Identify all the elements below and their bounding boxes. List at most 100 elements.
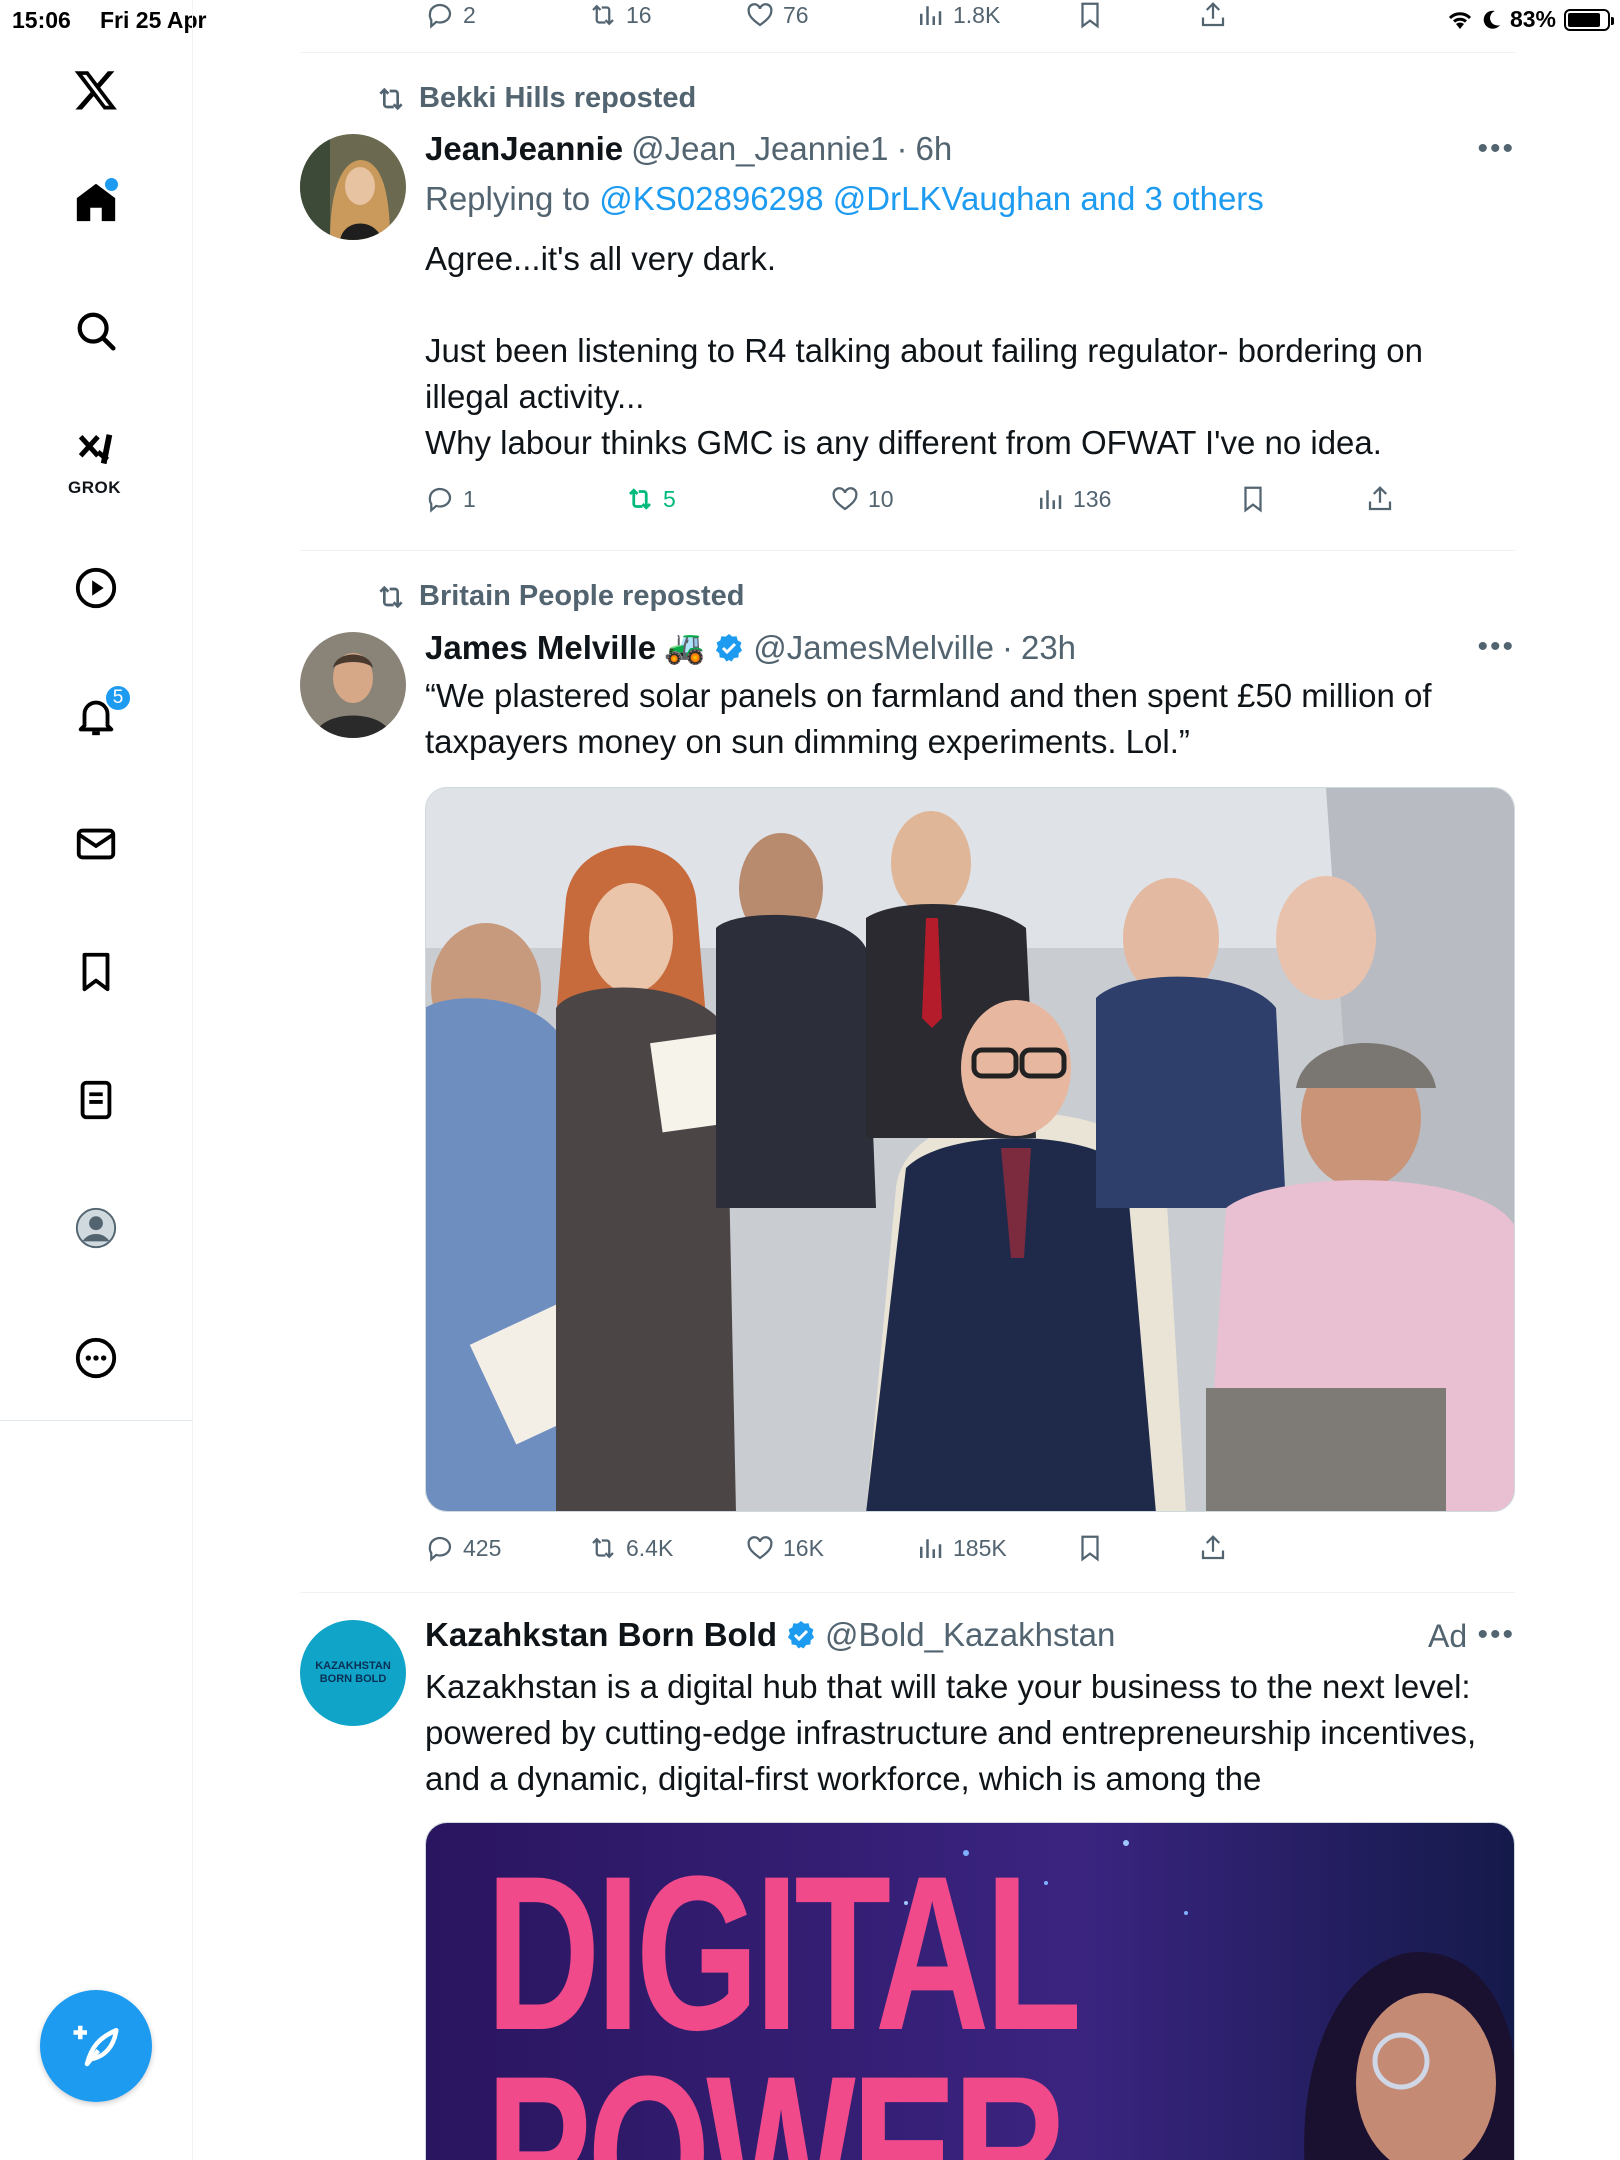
bookmark-button[interactable] <box>1238 484 1268 514</box>
author-handle[interactable]: @Bold_Kazakhstan <box>825 1616 1115 1654</box>
avatar-jeanjeannie[interactable] <box>300 134 406 240</box>
more-options-button[interactable]: ••• <box>1477 1618 1515 1652</box>
like-count: 76 <box>783 1 809 28</box>
views-count: 136 <box>1073 485 1112 512</box>
like-count: 10 <box>868 485 894 512</box>
bookmark-icon <box>1244 486 1262 513</box>
views-chart-icon <box>920 6 942 25</box>
reply-icon <box>428 487 452 513</box>
heart-icon <box>747 1536 773 1560</box>
reposted-by: Bekki Hills reposted <box>419 82 697 114</box>
profile-avatar-icon[interactable] <box>60 1192 132 1264</box>
more-options-button[interactable]: ••• <box>1477 630 1515 664</box>
sidebar: GROK 5 <box>0 0 193 2160</box>
like-button[interactable]: 76 <box>745 0 809 30</box>
bookmark-icon <box>1081 1535 1099 1562</box>
bookmark-button[interactable] <box>1075 1533 1105 1563</box>
repost-count: 6.4K <box>626 1534 674 1561</box>
author-handle[interactable]: @Jean_Jeannie1 <box>631 130 888 168</box>
repost-icon <box>379 585 403 608</box>
like-button[interactable]: 16K <box>745 1533 824 1563</box>
bookmarks-icon[interactable] <box>60 936 132 1008</box>
feed-separator <box>300 550 1515 551</box>
sidebar-divider <box>0 1420 193 1421</box>
views-button[interactable]: 185K <box>915 1533 1007 1563</box>
repost-button[interactable]: 5 <box>625 484 676 514</box>
ad-label: Ad <box>1428 1618 1468 1654</box>
verified-badge-icon <box>716 633 743 661</box>
more-options-button[interactable]: ••• <box>1477 132 1515 166</box>
tweet-time[interactable]: 23h <box>1021 629 1076 667</box>
repost-button[interactable]: 16 <box>588 0 652 30</box>
share-button[interactable] <box>1365 484 1395 514</box>
reply-button[interactable]: 1 <box>425 484 476 514</box>
video-play-icon[interactable] <box>60 552 132 624</box>
more-options-icon[interactable] <box>60 1322 132 1394</box>
tweet-header: Kazahkstan Born Bold @Bold_Kazakhstan <box>425 1616 1115 1654</box>
bookmark-icon <box>1081 2 1099 29</box>
messages-envelope-icon[interactable] <box>60 808 132 880</box>
replying-to-users[interactable]: @KS02896298 @DrLKVaughan and 3 others <box>599 180 1264 217</box>
tweet-photo[interactable] <box>425 787 1515 1512</box>
author-handle[interactable]: @JamesMelville <box>753 629 994 667</box>
tweet-text: Kazakhstan is a digital hub that will ta… <box>425 1668 1486 1797</box>
avatar-james-melville[interactable] <box>300 632 406 738</box>
status-indicators: 83% <box>1446 6 1614 33</box>
ad-image[interactable]: DIGITAL POWER <box>425 1822 1515 2160</box>
repost-indicator: Britain People reposted <box>375 580 745 613</box>
author-name[interactable]: JeanJeannie <box>425 130 623 168</box>
views-count: 185K <box>953 1534 1007 1561</box>
x-logo-icon[interactable] <box>60 54 132 126</box>
like-button[interactable]: 10 <box>830 484 894 514</box>
heart-icon <box>747 3 773 27</box>
reply-count: 1 <box>463 485 476 512</box>
repost-icon <box>629 488 651 510</box>
share-icon <box>1201 1535 1225 1560</box>
feed-separator <box>300 1592 1515 1593</box>
grok-label: GROK <box>68 478 121 497</box>
ad-headline: DIGITAL POWER <box>486 1830 1079 2160</box>
tweet-actions: 1 5 10 136 <box>425 484 1425 524</box>
reposted-by: Britain People reposted <box>419 580 745 612</box>
share-button[interactable] <box>1198 0 1228 30</box>
heart-icon <box>832 487 858 511</box>
reply-icon <box>428 1536 452 1562</box>
home-unread-dot <box>105 178 118 191</box>
author-name[interactable]: James Melville <box>425 629 656 667</box>
wifi-icon <box>1448 11 1472 29</box>
battery-percent: 83% <box>1509 6 1556 32</box>
repost-icon <box>592 4 614 26</box>
tweet-actions: 425 6.4K 16K 185K <box>425 1533 1425 1573</box>
moon-icon <box>1483 10 1500 29</box>
home-icon[interactable] <box>60 166 132 238</box>
reply-button[interactable]: 425 <box>425 1533 501 1563</box>
like-count: 16K <box>783 1534 824 1561</box>
compose-feather-icon <box>73 2025 119 2067</box>
reply-button[interactable]: 2 <box>425 0 476 30</box>
avatar-logo-text: KAZAKHSTAN BORN BOLD <box>315 1660 391 1685</box>
notifications-bell-icon[interactable]: 5 <box>60 680 132 752</box>
dot-separator: · <box>1001 628 1013 666</box>
repost-icon <box>379 87 403 110</box>
replying-prefix: Replying to <box>425 180 591 217</box>
share-icon <box>1368 486 1392 511</box>
repost-button[interactable]: 6.4K <box>588 1533 673 1563</box>
lists-icon[interactable] <box>60 1064 132 1136</box>
tractor-emoji: 🚜 <box>664 628 706 665</box>
repost-count: 5 <box>663 485 676 512</box>
share-button[interactable] <box>1198 1533 1228 1563</box>
views-button[interactable]: 136 <box>1035 484 1111 514</box>
search-icon[interactable] <box>60 295 132 367</box>
tweet-text: Agree...it's all very dark. Just been li… <box>425 240 1423 461</box>
bookmark-button[interactable] <box>1075 0 1105 30</box>
compose-post-button[interactable] <box>40 1990 152 2102</box>
views-button[interactable]: 1.8K <box>915 0 1000 30</box>
views-count: 1.8K <box>953 1 1001 28</box>
reply-count: 2 <box>463 1 476 28</box>
share-icon <box>1201 2 1225 27</box>
author-name[interactable]: Kazahkstan Born Bold <box>425 1616 777 1654</box>
repost-icon <box>592 1537 614 1559</box>
feed-separator <box>300 52 1515 53</box>
tweet-time[interactable]: 6h <box>916 130 953 168</box>
avatar-kazakhstan-born-bold[interactable]: KAZAKHSTAN BORN BOLD <box>300 1620 406 1726</box>
